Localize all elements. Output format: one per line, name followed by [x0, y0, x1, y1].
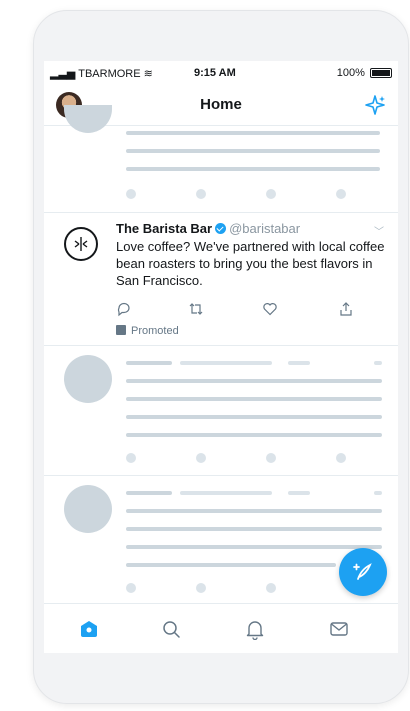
sparkle-icon[interactable] [364, 94, 386, 116]
placeholder-line [126, 379, 382, 383]
placeholder-dot [126, 583, 136, 593]
home-icon[interactable] [78, 618, 100, 640]
placeholder-line [180, 361, 272, 365]
like-icon[interactable] [262, 301, 278, 317]
bottom-tab-bar [44, 603, 398, 653]
barista-bar-logo-icon[interactable] [64, 227, 98, 261]
status-bar: ▂▃▅ TBARMORE ≋ 9:15 AM 100% [44, 61, 398, 85]
placeholder-avatar [64, 485, 112, 533]
wifi-icon: ≋ [143, 68, 153, 80]
placeholder-dot [196, 189, 206, 199]
placeholder-dot [266, 583, 276, 593]
placeholder-line [126, 563, 336, 567]
coffee-bean-logo-icon [74, 237, 88, 251]
retweet-icon[interactable] [188, 301, 204, 317]
placeholder-dot [196, 583, 206, 593]
placeholder-line [126, 509, 382, 513]
promoted-tweet[interactable]: The Barista Bar @baristabar ﹀ Love coffee… [44, 213, 398, 345]
reply-icon[interactable] [116, 301, 132, 317]
placeholder-line [126, 433, 382, 437]
placeholder-line [126, 491, 172, 495]
notifications-icon[interactable] [244, 618, 266, 640]
divider [44, 345, 398, 346]
app-screen: ▂▃▅ TBARMORE ≋ 9:15 AM 100% Home The Bar… [44, 61, 398, 653]
carrier-label: ▂▃▅ TBARMORE ≋ [50, 67, 153, 80]
tweet-actions [116, 301, 366, 317]
share-icon[interactable] [338, 301, 354, 317]
placeholder-line [288, 361, 310, 365]
compose-tweet-icon [353, 563, 372, 580]
placeholder-line [180, 491, 272, 495]
tweet-header: The Barista Bar @baristabar [116, 221, 300, 236]
placeholder-line [126, 361, 172, 365]
placeholder-line [126, 131, 380, 135]
battery-icon [370, 68, 392, 79]
placeholder-dot [266, 189, 276, 199]
placeholder-dot [126, 189, 136, 199]
placeholder-line [126, 149, 380, 153]
search-icon[interactable] [160, 618, 182, 640]
placeholder-line [126, 415, 382, 419]
status-time: 9:15 AM [194, 67, 236, 79]
compose-tweet-button[interactable] [339, 548, 387, 596]
placeholder-avatar [64, 105, 112, 133]
tweet-text: Love coffee? We've partnered with local … [116, 239, 385, 288]
verified-badge-icon [215, 223, 227, 234]
author-name[interactable]: The Barista Bar [116, 221, 212, 236]
placeholder-dot [336, 453, 346, 463]
divider [44, 475, 398, 476]
promoted-text: Promoted [131, 325, 179, 337]
carrier-name: TBARMORE [78, 68, 141, 80]
placeholder-line [126, 545, 382, 549]
placeholder-dot [196, 453, 206, 463]
battery-percent: 100% [336, 67, 365, 79]
placeholder-dot [126, 453, 136, 463]
placeholder-avatar [64, 355, 112, 403]
placeholder-line [288, 491, 310, 495]
placeholder-line [374, 361, 382, 365]
author-handle[interactable]: @baristabar [229, 221, 300, 236]
placeholder-line [126, 397, 382, 401]
placeholder-line [126, 527, 382, 531]
placeholder-dot [336, 189, 346, 199]
chevron-down-icon[interactable]: ﹀ [374, 223, 384, 238]
battery-status: 100% [337, 67, 392, 79]
placeholder-line [374, 491, 382, 495]
placeholder-line [126, 167, 380, 171]
promoted-icon [116, 325, 126, 335]
phone-frame: ▂▃▅ TBARMORE ≋ 9:15 AM 100% Home The Bar… [33, 10, 409, 704]
signal-icon: ▂▃▅ [50, 68, 76, 80]
promoted-label: Promoted [116, 325, 179, 337]
messages-icon[interactable] [328, 618, 350, 640]
placeholder-dot [266, 453, 276, 463]
